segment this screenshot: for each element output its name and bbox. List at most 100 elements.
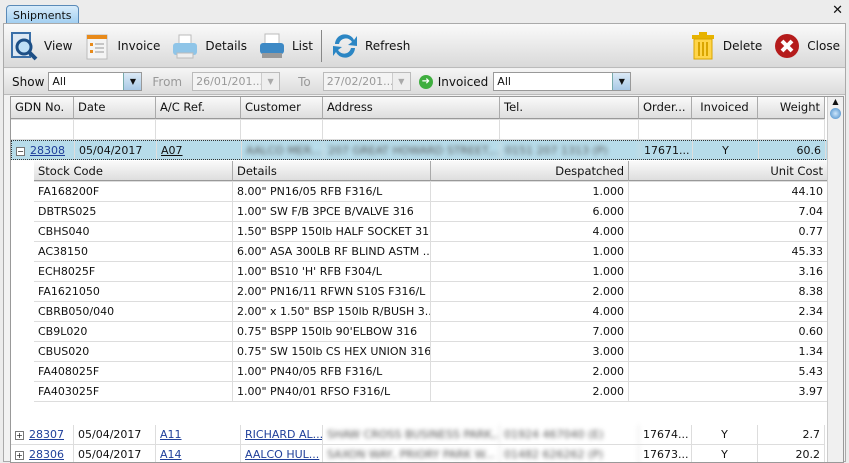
from-date-picker[interactable]: 26/01/201... ▼ [192,72,281,91]
despatched-cell: 6.000 [431,202,629,221]
details-cell: 8.00" PN16/05 RFB F316/L [233,182,431,201]
col-stock-code[interactable]: Stock Code [34,161,233,181]
table-row-selected[interactable]: −28308 05/04/2017 A07 AALCO MER... 207 G… [11,140,828,160]
col-invoiced[interactable]: Invoiced [692,97,758,119]
table-row[interactable]: +28306 05/04/2017 A14 AALCO HUL... SAXON… [11,445,825,462]
show-select[interactable]: All ▼ [48,72,143,91]
delete-button[interactable]: Delete [683,31,767,61]
despatched-cell: 4.000 [431,302,629,321]
to-value: 27/02/201... [326,75,394,88]
col-unit-cost[interactable]: Unit Cost [629,161,828,181]
show-value: All [52,75,67,88]
filter-bar: Show All ▼ From 26/01/201... ▼ To 27/02/20… [4,69,845,95]
filter-row[interactable] [11,120,825,140]
detail-row[interactable]: CB9L020 0.75" BSPP 150lb 90'ELBOW 316 7.00… [34,322,828,342]
customer-cell[interactable]: AALCO MER... [242,141,324,159]
address-cell: SHAW CROSS BUSINESS PARK,... [323,425,500,444]
gdn-link[interactable]: 28306 [29,448,64,461]
scroll-thumb[interactable] [830,108,841,119]
tab-shipments[interactable]: Shipments [6,5,79,25]
order-cell: 17673... [639,445,692,462]
chevron-down-icon[interactable]: ▼ [612,73,631,90]
chevron-down-icon[interactable]: ▼ [261,73,280,90]
table-row[interactable]: +28307 05/04/2017 A11 RICHARD AL... SHAW… [11,425,825,445]
col-details[interactable]: Details [233,161,431,181]
col-tel[interactable]: Tel. [500,97,639,119]
details-cell: 1.00" BS10 'H' RFB F304/L [233,262,431,281]
gdn-link[interactable]: 28307 [29,428,64,441]
detail-row[interactable]: DBTRS025 1.00" SW F/B 3PCE B/VALVE 316 6.0… [34,202,828,222]
vertical-scrollbar[interactable]: ▲ [827,97,843,462]
invoiced-cell: Y [692,425,758,444]
details-cell: 1.50" BSPP 150lb HALF SOCKET 316 [233,222,431,241]
unit-cost-cell: 3.97 [629,382,828,401]
close-label: Close [807,38,840,53]
shipments-panel: View Invoice Details List Refresh Delete… [3,23,846,463]
gdn-link[interactable]: 28308 [30,144,65,157]
customer-link[interactable]: AALCO HUL... [245,448,319,461]
col-order[interactable]: Order... [639,97,692,119]
unit-cost-cell: 3.16 [629,262,828,281]
list-button[interactable]: List [252,31,318,61]
stock-code-cell: AC38150 [34,242,233,261]
col-gdn[interactable]: GDN No. [11,97,74,119]
col-address[interactable]: Address [323,97,500,119]
go-arrow-icon[interactable]: ➜ [418,74,433,89]
detail-row[interactable]: FA403025F 1.00" PN40/01 RFSO F316/L 2.000 3… [34,382,828,402]
invoice-button[interactable]: Invoice [77,31,165,61]
detail-row[interactable]: CBUS020 0.75" SW 150lb CS HEX UNION 316 3.… [34,342,828,362]
details-button[interactable]: Details [165,31,252,61]
weight-cell: 20.2 [758,445,825,462]
date-cell: 05/04/2017 [75,141,157,159]
invoice-label: Invoice [117,38,161,53]
stock-code-cell: ECH8025F [34,262,233,281]
detail-row[interactable]: ECH8025F 1.00" BS10 'H' RFB F304/L 1.000 3.… [34,262,828,282]
detail-row[interactable]: FA1621050 2.00" PN16/11 RFWN S10S F316/L 2… [34,282,828,302]
stock-code-cell: DBTRS025 [34,202,233,221]
ac-link[interactable]: A14 [160,448,182,461]
collapse-icon[interactable]: − [16,146,25,156]
detail-row[interactable]: FA408025F 1.00" PN40/05 RFB F316/L 2.000 5.… [34,362,828,382]
despatched-cell: 1.000 [431,182,629,201]
ac-link[interactable]: A11 [160,428,182,441]
customer-link[interactable]: RICHARD AL... [245,428,322,441]
to-date-picker[interactable]: 27/02/201... ▼ [322,72,411,91]
expand-icon[interactable]: + [15,430,24,440]
printer-icon [170,31,200,61]
close-button[interactable]: Close [767,31,845,61]
details-cell: 0.75" SW 150lb CS HEX UNION 316 [233,342,431,361]
col-despatched[interactable]: Despatched [431,161,629,181]
unit-cost-cell: 7.04 [629,202,828,221]
weight-cell: 60.6 [759,141,826,159]
details-cell: 6.00" ASA 300LB RF BLIND ASTM ... [233,242,431,261]
detail-row[interactable]: CBRB050/040 2.00" x 1.50" BSP 150lb R/BUS… [34,302,828,322]
chevron-down-icon[interactable]: ▼ [391,73,410,90]
tel-cell: 01482 626262 (P) [500,445,639,462]
refresh-button[interactable]: Refresh [325,31,415,61]
expand-icon[interactable]: + [15,450,24,460]
stock-code-cell: FA408025F [34,362,233,381]
col-weight[interactable]: Weight [758,97,825,119]
detail-row[interactable]: CBHS040 1.50" BSPP 150lb HALF SOCKET 316 4… [34,222,828,242]
order-cell: 17674... [639,425,692,444]
unit-cost-cell: 44.10 [629,182,828,201]
detail-row[interactable]: FA168200F 8.00" PN16/05 RFB F316/L 1.000 44… [34,182,828,202]
chevron-down-icon[interactable]: ▼ [123,73,142,90]
ac-link[interactable]: A07 [161,144,183,157]
view-button[interactable]: View [4,31,77,61]
trash-icon [688,31,718,61]
col-customer[interactable]: Customer [241,97,323,119]
close-icon[interactable]: ✕ [832,3,843,18]
scroll-up-icon[interactable]: ▲ [828,97,843,106]
details-cell: 1.00" PN40/05 RFB F316/L [233,362,431,381]
list-label: List [292,38,313,53]
details-label: Details [205,38,247,53]
detail-row[interactable]: AC38150 6.00" ASA 300LB RF BLIND ASTM ...… [34,242,828,262]
col-ac-ref[interactable]: A/C Ref. [156,97,241,119]
delete-label: Delete [722,38,763,53]
col-date[interactable]: Date [74,97,156,119]
invoiced-select[interactable]: All ▼ [493,72,632,91]
shipments-grid: GDN No. Date A/C Ref. Customer Address T… [10,96,844,463]
invoice-icon [82,31,112,61]
toolbar: View Invoice Details List Refresh Delete… [4,24,845,68]
